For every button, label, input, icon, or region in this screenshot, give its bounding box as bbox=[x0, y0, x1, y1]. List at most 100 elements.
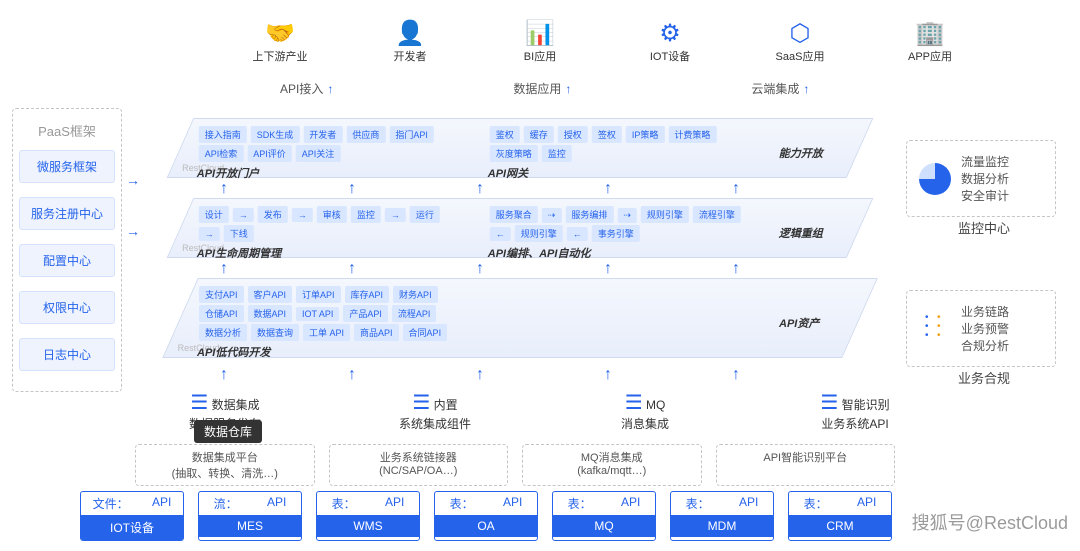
layer-tag: 数据API bbox=[248, 305, 293, 322]
service-line1: 智能识别 bbox=[842, 398, 890, 412]
consumer-label: 上下游产业 bbox=[250, 48, 310, 64]
source-api: API bbox=[152, 495, 171, 512]
paas-item[interactable]: 服务注册中心 bbox=[19, 197, 115, 230]
top-consumer: 🤝上下游产业 bbox=[250, 18, 310, 64]
layer-side-label: 逻辑重组 bbox=[779, 225, 839, 241]
biz-title: 业务合规 bbox=[958, 368, 1010, 387]
layer-tag: 规则引擎 bbox=[641, 206, 689, 223]
layer-tag: → bbox=[233, 208, 254, 222]
layer-tag: 流程API bbox=[392, 305, 437, 322]
layer-tag: 数据查询 bbox=[251, 324, 299, 341]
layer-tag: 指门API bbox=[389, 126, 434, 143]
layer-3: RestCloud 支付API客户API订单API库存API财务API仓储API… bbox=[162, 278, 878, 358]
platform-box: MQ消息集成(kafka/mqtt…) bbox=[522, 444, 702, 486]
layer-tag: 客户API bbox=[248, 286, 293, 303]
source-system: MDM bbox=[671, 515, 773, 537]
layer-tag: 下线 bbox=[224, 225, 254, 242]
layer-title: API编排、API自动化 bbox=[488, 245, 749, 261]
source-api: API bbox=[621, 495, 640, 512]
layer-tag: 灰度策略 bbox=[490, 145, 538, 162]
consumer-icon: 🏢 bbox=[900, 18, 960, 48]
paas-title: PaaS框架 bbox=[19, 121, 115, 140]
biz-line: 合规分析 bbox=[961, 337, 1009, 354]
layer-1: RestCloud 接入指南SDK生成开发者供应商指门APIAPI检索API评价… bbox=[167, 118, 874, 178]
layer-title: API低代码开发 bbox=[197, 344, 458, 360]
source-system: WMS bbox=[317, 515, 419, 537]
service-block: ☰ 内置系统集成组件 bbox=[350, 390, 520, 432]
source-system: CRM bbox=[789, 515, 891, 537]
source-box: 表： API WMS bbox=[316, 491, 420, 541]
top-consumer: 👤开发者 bbox=[380, 18, 440, 64]
layer-tag: SDK生成 bbox=[251, 126, 300, 143]
source-type: 表： bbox=[804, 495, 828, 512]
stack-icon: ☰ bbox=[190, 392, 208, 414]
source-type: 流： bbox=[214, 495, 238, 512]
watermark: 搜狐号@RestCloud bbox=[912, 509, 1068, 535]
consumer-icon: 👤 bbox=[380, 18, 440, 48]
up-arrows: ↑↑↑↑↑ bbox=[220, 180, 740, 198]
paas-item[interactable]: 权限中心 bbox=[19, 291, 115, 324]
stack-icon: ☰ bbox=[625, 392, 643, 414]
layer-tag: 运行 bbox=[410, 206, 440, 223]
stack-icon: ☰ bbox=[820, 392, 838, 414]
paas-panel: PaaS框架 微服务框架服务注册中心配置中心权限中心日志中心 bbox=[12, 108, 122, 392]
layer-title: API网关 bbox=[488, 165, 749, 181]
source-api: API bbox=[385, 495, 404, 512]
monitor-panel: 流量监控数据分析安全审计 bbox=[906, 140, 1056, 217]
layer-tag: 产品API bbox=[343, 305, 388, 322]
layer-tag: 审核 bbox=[317, 206, 347, 223]
source-api: API bbox=[267, 495, 286, 512]
layer-tag: API检索 bbox=[199, 145, 244, 162]
consumer-label: BI应用 bbox=[510, 48, 570, 64]
consumer-label: SaaS应用 bbox=[770, 48, 830, 64]
layer-tag: 计费策略 bbox=[668, 126, 716, 143]
service-line1: 内置 bbox=[434, 398, 458, 412]
consumer-icon: ⬡ bbox=[770, 18, 830, 48]
source-api: API bbox=[739, 495, 758, 512]
up-arrows: ↑↑↑↑↑ bbox=[220, 260, 740, 278]
layer-tag: ← bbox=[490, 227, 511, 241]
layer-tag: API评价 bbox=[247, 145, 292, 162]
layer-tag: ← bbox=[567, 227, 588, 241]
biz-panel: 业务链路业务预警合规分析 bbox=[906, 290, 1056, 367]
paas-item[interactable]: 微服务框架 bbox=[19, 150, 115, 183]
layer-tag: 设计 bbox=[199, 206, 229, 223]
layer-title: API开放门户 bbox=[197, 165, 458, 181]
consumer-icon: ⚙ bbox=[640, 18, 700, 48]
paas-item[interactable]: 日志中心 bbox=[19, 338, 115, 371]
layer-tag: 订单API bbox=[296, 286, 341, 303]
up-arrows: ↑↑↑↑↑ bbox=[220, 366, 740, 384]
source-box: 文件：APIIOT设备 bbox=[80, 491, 184, 541]
consumer-icon: 📊 bbox=[510, 18, 570, 48]
source-api: API bbox=[503, 495, 522, 512]
source-type: 表： bbox=[686, 495, 710, 512]
service-line1: 数据集成 bbox=[212, 398, 260, 412]
layer-tag: → bbox=[292, 208, 313, 222]
layer-tag: 数据分析 bbox=[199, 324, 247, 341]
layer-side-label: 能力开放 bbox=[779, 145, 839, 161]
consumer-label: IOT设备 bbox=[640, 48, 700, 64]
sub-label: 数据应用 bbox=[513, 80, 571, 97]
layer-tag: → bbox=[385, 208, 406, 222]
source-box: 表：APICRM bbox=[788, 491, 892, 541]
stack-icon: ☰ bbox=[412, 392, 430, 414]
layer-tag: 接入指南 bbox=[199, 126, 247, 143]
layer-2: RestCloud 设计→发布→审核监控→运行→下线API生命周期管理服务聚合⇢… bbox=[167, 198, 874, 258]
layer-tag: 开发者 bbox=[303, 126, 342, 143]
sub-label: 云端集成 bbox=[751, 80, 809, 97]
layer-tag: 授权 bbox=[558, 126, 588, 143]
paas-item[interactable]: 配置中心 bbox=[19, 244, 115, 277]
source-type: 表： bbox=[332, 495, 356, 512]
layer-tag: 监控 bbox=[542, 145, 572, 162]
platform-box: 数据集成平台(抽取、转换、清洗…) bbox=[135, 444, 315, 486]
layer-tag: → bbox=[199, 227, 220, 241]
service-block: ☰ MQ消息集成 bbox=[560, 390, 730, 432]
top-consumer: 📊BI应用 bbox=[510, 18, 570, 64]
data-warehouse-badge: 数据仓库 bbox=[194, 420, 262, 443]
source-type: 文件： bbox=[93, 495, 129, 512]
top-consumer: ⬡SaaS应用 bbox=[770, 18, 830, 64]
layer-tag: 签权 bbox=[592, 126, 622, 143]
monitor-title: 监控中心 bbox=[958, 218, 1010, 237]
platform-box: API智能识别平台 bbox=[716, 444, 896, 486]
layer-tag: 服务聚合 bbox=[490, 206, 538, 223]
